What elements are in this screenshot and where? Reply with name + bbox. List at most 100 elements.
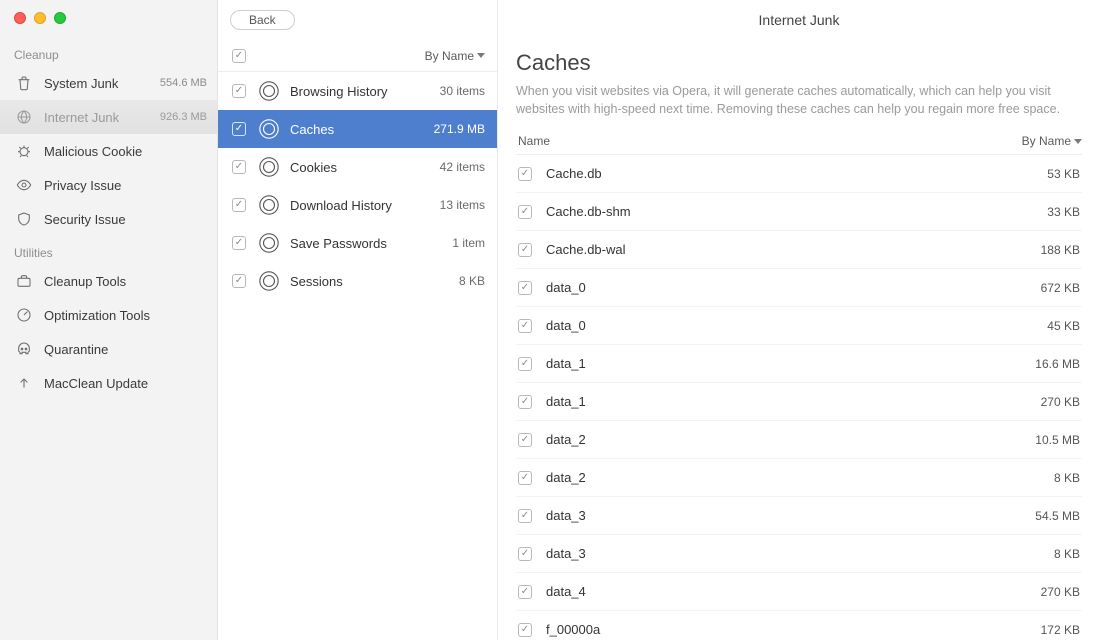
close-window-button[interactable] <box>14 12 26 24</box>
category-row-save-passwords[interactable]: Save Passwords1 item <box>218 224 497 262</box>
file-name: data_1 <box>546 394 1041 409</box>
file-checkbox[interactable] <box>518 547 532 561</box>
file-size: 53 KB <box>1047 167 1080 181</box>
category-checkbox[interactable] <box>232 84 246 98</box>
category-checkbox[interactable] <box>232 236 246 250</box>
file-name: Cache.db-shm <box>546 204 1047 219</box>
file-checkbox[interactable] <box>518 167 532 181</box>
file-row[interactable]: data_354.5 MB <box>516 497 1082 535</box>
sidebar-item-privacy-issue[interactable]: Privacy Issue <box>0 168 217 202</box>
opera-icon <box>258 156 280 178</box>
file-row[interactable]: Cache.db-shm33 KB <box>516 193 1082 231</box>
file-name: data_1 <box>546 356 1035 371</box>
file-size: 45 KB <box>1047 319 1080 333</box>
category-value: 8 KB <box>459 274 485 288</box>
category-name: Caches <box>290 122 434 137</box>
file-checkbox[interactable] <box>518 319 532 333</box>
file-checkbox[interactable] <box>518 243 532 257</box>
sidebar-item-badge: 926.3 MB <box>160 111 207 123</box>
file-row[interactable]: data_116.6 MB <box>516 345 1082 383</box>
category-name: Cookies <box>290 160 440 175</box>
sidebar-item-cleanup-tools[interactable]: Cleanup Tools <box>0 264 217 298</box>
category-row-sessions[interactable]: Sessions8 KB <box>218 262 497 300</box>
file-checkbox[interactable] <box>518 509 532 523</box>
category-checkbox[interactable] <box>232 274 246 288</box>
file-sort-label: By Name <box>1022 134 1071 148</box>
sidebar-item-security-issue[interactable]: Security Issue <box>0 202 217 236</box>
category-row-download-history[interactable]: Download History13 items <box>218 186 497 224</box>
file-name: f_00000a <box>546 622 1041 637</box>
file-row[interactable]: data_28 KB <box>516 459 1082 497</box>
category-sort-row: By Name <box>218 40 497 72</box>
sidebar-item-label: MacClean Update <box>44 376 207 391</box>
update-icon <box>14 375 34 391</box>
category-checkbox[interactable] <box>232 122 246 136</box>
detail-pane: Internet Junk Caches When you visit webs… <box>498 0 1100 640</box>
category-sort-dropdown[interactable]: By Name <box>425 49 485 63</box>
category-name: Download History <box>290 198 440 213</box>
file-checkbox[interactable] <box>518 433 532 447</box>
sidebar-section-heading: Cleanup <box>0 38 217 66</box>
sidebar-item-label: Internet Junk <box>44 110 160 125</box>
zoom-window-button[interactable] <box>54 12 66 24</box>
file-sort-dropdown[interactable]: By Name <box>1022 134 1082 148</box>
trash-icon <box>14 75 34 91</box>
category-checkbox[interactable] <box>232 198 246 212</box>
file-checkbox[interactable] <box>518 395 532 409</box>
category-value: 271.9 MB <box>434 122 485 136</box>
column-name-header: Name <box>516 134 1022 148</box>
file-checkbox[interactable] <box>518 623 532 637</box>
file-name: data_2 <box>546 432 1035 447</box>
opera-icon <box>258 232 280 254</box>
file-size: 54.5 MB <box>1035 509 1080 523</box>
file-checkbox[interactable] <box>518 471 532 485</box>
file-size: 8 KB <box>1054 547 1080 561</box>
chevron-down-icon <box>1074 139 1082 144</box>
file-row[interactable]: f_00000a172 KB <box>516 611 1082 640</box>
file-size: 33 KB <box>1047 205 1080 219</box>
category-column: Back By Name Browsing History30 itemsCac… <box>218 0 498 640</box>
file-size: 270 KB <box>1041 395 1080 409</box>
sidebar-item-macclean-update[interactable]: MacClean Update <box>0 366 217 400</box>
file-row[interactable]: data_38 KB <box>516 535 1082 573</box>
file-checkbox[interactable] <box>518 585 532 599</box>
app-window: CleanupSystem Junk554.6 MBInternet Junk9… <box>0 0 1100 640</box>
file-row[interactable]: data_1270 KB <box>516 383 1082 421</box>
file-row[interactable]: data_0672 KB <box>516 269 1082 307</box>
sidebar-item-quarantine[interactable]: Quarantine <box>0 332 217 366</box>
file-checkbox[interactable] <box>518 281 532 295</box>
file-row[interactable]: data_045 KB <box>516 307 1082 345</box>
category-row-cookies[interactable]: Cookies42 items <box>218 148 497 186</box>
file-size: 8 KB <box>1054 471 1080 485</box>
file-row[interactable]: data_210.5 MB <box>516 421 1082 459</box>
category-row-caches[interactable]: Caches271.9 MB <box>218 110 497 148</box>
file-checkbox[interactable] <box>518 205 532 219</box>
file-list[interactable]: Cache.db53 KBCache.db-shm33 KBCache.db-w… <box>516 155 1082 640</box>
file-checkbox[interactable] <box>518 357 532 371</box>
file-size: 188 KB <box>1041 243 1080 257</box>
category-name: Save Passwords <box>290 236 452 251</box>
file-row[interactable]: data_4270 KB <box>516 573 1082 611</box>
sidebar: CleanupSystem Junk554.6 MBInternet Junk9… <box>0 0 218 640</box>
file-name: data_0 <box>546 280 1041 295</box>
sidebar-item-malicious-cookie[interactable]: Malicious Cookie <box>0 134 217 168</box>
minimize-window-button[interactable] <box>34 12 46 24</box>
category-checkbox[interactable] <box>232 160 246 174</box>
sidebar-item-label: Privacy Issue <box>44 178 207 193</box>
category-name: Browsing History <box>290 84 440 99</box>
back-button[interactable]: Back <box>230 10 295 30</box>
sidebar-item-system-junk[interactable]: System Junk554.6 MB <box>0 66 217 100</box>
category-topbar: Back <box>218 0 497 40</box>
category-value: 30 items <box>440 84 485 98</box>
sidebar-item-optimization-tools[interactable]: Optimization Tools <box>0 298 217 332</box>
sidebar-item-internet-junk[interactable]: Internet Junk926.3 MB <box>0 100 217 134</box>
category-sort-label: By Name <box>425 49 474 63</box>
toolbox-icon <box>14 273 34 289</box>
opera-icon <box>258 118 280 140</box>
select-all-categories-checkbox[interactable] <box>232 49 246 63</box>
chevron-down-icon <box>477 53 485 58</box>
file-row[interactable]: Cache.db-wal188 KB <box>516 231 1082 269</box>
category-row-browsing-history[interactable]: Browsing History30 items <box>218 72 497 110</box>
category-value: 1 item <box>452 236 485 250</box>
file-row[interactable]: Cache.db53 KB <box>516 155 1082 193</box>
